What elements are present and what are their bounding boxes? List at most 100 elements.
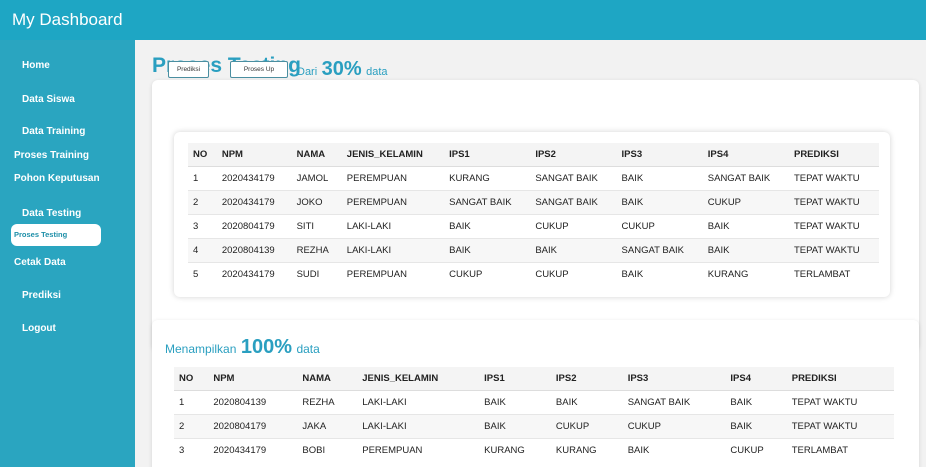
cell: TERLAMBAT bbox=[788, 261, 879, 286]
cell: BAIK bbox=[479, 413, 551, 438]
cell: 3 bbox=[174, 437, 209, 462]
section2-prefix: Menampilkan bbox=[165, 342, 237, 356]
cell: CUKUP bbox=[622, 413, 726, 438]
sidebar-item-prediksi[interactable]: Prediksi bbox=[22, 290, 61, 301]
section1-suffix: data bbox=[366, 66, 388, 78]
cell: SANGAT BAIK bbox=[622, 389, 726, 414]
app-title[interactable]: My Dashboard bbox=[12, 10, 123, 30]
table-row: 2 2020434179 JOKO PEREMPUAN SANGAT BAIK … bbox=[188, 189, 879, 214]
section1-summary: Dari 30% data bbox=[297, 58, 388, 81]
cell: TEPAT WAKTU bbox=[786, 389, 894, 414]
cell: TERLAMBAT bbox=[786, 437, 894, 462]
cell: SITI bbox=[291, 213, 342, 238]
sidebar-item-data-testing[interactable]: Data Testing bbox=[22, 208, 81, 219]
cell: 2020434179 bbox=[216, 165, 292, 190]
cell: PEREMPUAN bbox=[341, 165, 445, 190]
col-nama: NAMA bbox=[291, 143, 342, 167]
section1-prefix: Dari bbox=[297, 66, 318, 78]
cell: 5 bbox=[188, 261, 217, 286]
table-row: 3 2020434179 BOBI PEREMPUAN KURANG KURAN… bbox=[174, 437, 894, 462]
col-ips2: IPS2 bbox=[530, 143, 617, 167]
sidebar-item-proses-training[interactable]: Proses Training bbox=[14, 150, 89, 161]
sidebar-item-cetak-data[interactable]: Cetak Data bbox=[14, 257, 66, 268]
cell: 3 bbox=[188, 213, 217, 238]
cell: BAIK bbox=[725, 413, 787, 438]
cell: 2020434179 bbox=[208, 437, 298, 462]
cell: CUKUP bbox=[444, 261, 531, 286]
col-no: NO bbox=[174, 367, 209, 391]
table-row: 2 2020804179 JAKA LAKI-LAKI BAIK CUKUP C… bbox=[174, 413, 894, 438]
col-prediksi: PREDIKSI bbox=[788, 143, 879, 167]
col-ips3: IPS3 bbox=[622, 367, 726, 391]
cell: 2020804139 bbox=[216, 237, 292, 262]
proses-up-button[interactable]: Proses Up bbox=[230, 61, 288, 78]
cell: TEPAT WAKTU bbox=[788, 165, 879, 190]
cell: KURANG bbox=[479, 437, 551, 462]
cell: TEPAT WAKTU bbox=[788, 213, 879, 238]
cell: KURANG bbox=[702, 261, 789, 286]
section2-percent: 100% bbox=[240, 336, 292, 358]
cell: 2020804179 bbox=[216, 213, 292, 238]
col-no: NO bbox=[188, 143, 217, 167]
cell: SANGAT BAIK bbox=[530, 189, 617, 214]
sidebar-item-logout[interactable]: Logout bbox=[22, 323, 56, 334]
cell: BOBI bbox=[297, 437, 358, 462]
col-ips4: IPS4 bbox=[702, 143, 789, 167]
cell: BAIK bbox=[550, 389, 623, 414]
cell: 2020804179 bbox=[208, 413, 298, 438]
table-row: 3 2020804179 SITI LAKI-LAKI BAIK CUKUP C… bbox=[188, 213, 879, 238]
table-header-row: NO NPM NAMA JENIS_KELAMIN IPS1 IPS2 IPS3… bbox=[174, 367, 894, 391]
cell: KURANG bbox=[444, 165, 531, 190]
cell: CUKUP bbox=[616, 213, 703, 238]
cell: CUKUP bbox=[725, 437, 787, 462]
col-npm: NPM bbox=[216, 143, 292, 167]
col-ips2: IPS2 bbox=[550, 367, 623, 391]
cell: JAKA bbox=[297, 413, 358, 438]
table-row: 4 2020804139 REZHA LAKI-LAKI BAIK BAIK S… bbox=[188, 237, 879, 262]
cell: BAIK bbox=[616, 189, 703, 214]
table-header-row: NO NPM NAMA JENIS_KELAMIN IPS1 IPS2 IPS3… bbox=[188, 143, 879, 167]
top-navbar: My Dashboard bbox=[0, 0, 926, 40]
col-nama: NAMA bbox=[297, 367, 358, 391]
cell: LAKI-LAKI bbox=[357, 413, 480, 438]
cell: 2020434179 bbox=[216, 189, 292, 214]
cell: 2020434179 bbox=[216, 261, 292, 286]
sidebar-item-data-training[interactable]: Data Training bbox=[22, 126, 85, 137]
cell: CUKUP bbox=[530, 261, 617, 286]
table-row: 5 2020434179 SUDI PEREMPUAN CUKUP CUKUP … bbox=[188, 261, 879, 286]
all-data-table: NO NPM NAMA JENIS_KELAMIN IPS1 IPS2 IPS3… bbox=[174, 367, 894, 462]
cell: CUKUP bbox=[530, 213, 617, 238]
testing-table: NO NPM NAMA JENIS_KELAMIN IPS1 IPS2 IPS3… bbox=[188, 143, 879, 286]
cell: BAIK bbox=[616, 165, 703, 190]
col-ips1: IPS1 bbox=[444, 143, 531, 167]
sidebar-item-home[interactable]: Home bbox=[22, 60, 50, 71]
cell: TEPAT WAKTU bbox=[788, 237, 879, 262]
cell: TEPAT WAKTU bbox=[788, 189, 879, 214]
prediksi-button[interactable]: Prediksi bbox=[168, 61, 209, 78]
section2-summary: Menampilkan 100% data bbox=[165, 336, 320, 359]
sidebar-item-proses-testing[interactable]: Proses Testing bbox=[11, 224, 101, 246]
section1-percent: 30% bbox=[321, 58, 362, 80]
cell: PEREMPUAN bbox=[357, 437, 480, 462]
cell: 2 bbox=[188, 189, 217, 214]
cell: BAIK bbox=[616, 261, 703, 286]
cell: PEREMPUAN bbox=[341, 261, 445, 286]
cell: REZHA bbox=[297, 389, 358, 414]
cell: 1 bbox=[174, 389, 209, 414]
col-npm: NPM bbox=[208, 367, 298, 391]
sidebar-item-pohon-keputusan[interactable]: Pohon Keputusan bbox=[14, 173, 100, 184]
col-jenis-kelamin: JENIS_KELAMIN bbox=[357, 367, 480, 391]
section2-suffix: data bbox=[296, 342, 320, 356]
cell: LAKI-LAKI bbox=[357, 389, 480, 414]
cell: 4 bbox=[188, 237, 217, 262]
table-row: 1 2020804139 REZHA LAKI-LAKI BAIK BAIK S… bbox=[174, 389, 894, 414]
col-prediksi: PREDIKSI bbox=[786, 367, 894, 391]
col-ips1: IPS1 bbox=[479, 367, 551, 391]
cell: LAKI-LAKI bbox=[341, 213, 445, 238]
cell: KURANG bbox=[550, 437, 623, 462]
col-ips3: IPS3 bbox=[616, 143, 703, 167]
cell: CUKUP bbox=[702, 189, 789, 214]
sidebar-item-data-siswa[interactable]: Data Siswa bbox=[22, 94, 75, 105]
cell: SANGAT BAIK bbox=[444, 189, 531, 214]
cell: BAIK bbox=[444, 213, 531, 238]
